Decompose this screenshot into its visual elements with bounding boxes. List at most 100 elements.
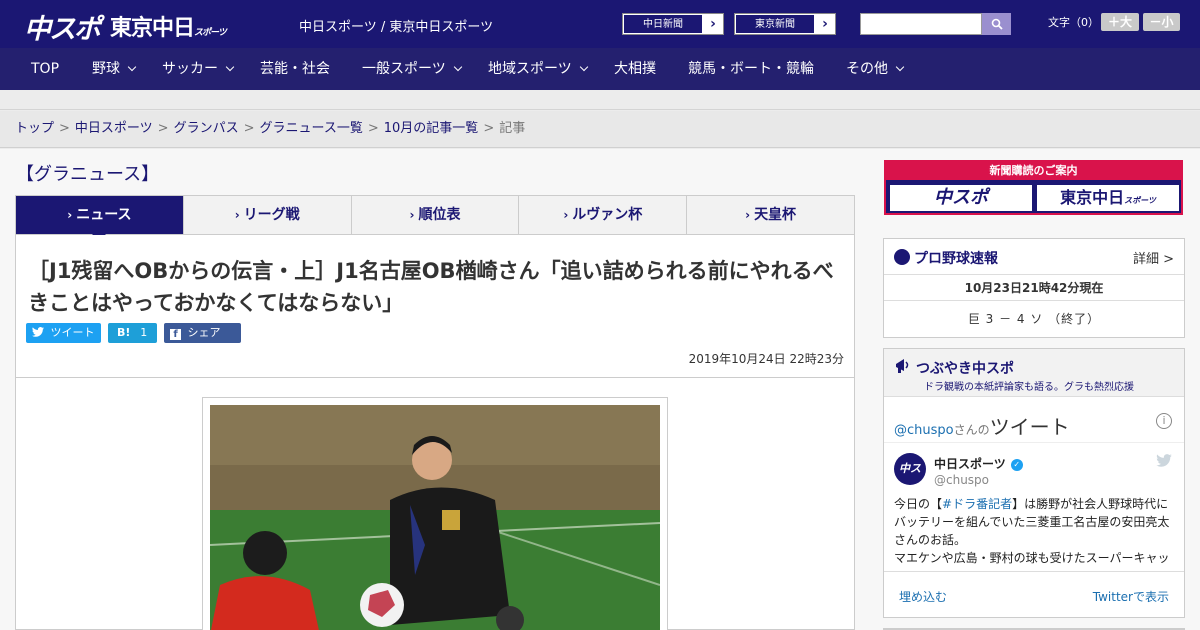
main-nav: TOP 野球 サッカー 芸能・社会 一般スポーツ 地域スポーツ 大相撲 競馬・ボ… <box>0 48 1200 90</box>
nav-label: 大相撲 <box>614 61 656 77</box>
breadcrumb-separator: > <box>243 121 255 136</box>
nav-item-baseball[interactable]: 野球 <box>92 48 137 90</box>
breadcrumb-link[interactable]: グランパス <box>174 121 239 136</box>
chevron-right-icon: › <box>745 208 751 222</box>
tweet-text-part: 今日の【 <box>894 497 943 511</box>
avatar[interactable]: 中スポ <box>894 453 926 507</box>
breadcrumb-separator: > <box>59 121 70 136</box>
article-date: 2019年10月24日 22時23分 <box>688 352 844 366</box>
nav-label: 地域スポーツ <box>488 61 572 77</box>
facebook-icon: f <box>170 329 181 340</box>
chevron-right-icon: › <box>822 16 828 32</box>
header-spacer <box>0 90 1200 110</box>
search-icon <box>991 18 1003 30</box>
tab-levain-cup[interactable]: › ルヴァン杯 <box>518 196 686 234</box>
facebook-share-label: シェア <box>187 326 221 339</box>
tab-label: ルヴァン杯 <box>572 207 643 223</box>
hatena-icon: B! <box>117 326 131 339</box>
facebook-share-count: 60 <box>174 346 188 359</box>
verified-icon: ✓ <box>1010 458 1023 471</box>
chevron-right-icon: › <box>563 208 569 222</box>
twitter-bird-icon[interactable] <box>1156 454 1172 467</box>
tab-standings[interactable]: › 順位表 <box>350 196 519 234</box>
nav-label: 野球 <box>92 61 120 77</box>
chevron-down-icon <box>225 62 235 72</box>
hashtag-link[interactable]: #ドラ番記者 <box>942 497 1012 511</box>
view-on-twitter-link[interactable]: Twitterで表示 <box>1093 588 1169 605</box>
timeline-handle[interactable]: @chuspo <box>894 423 954 438</box>
tab-label: リーグ戦 <box>243 207 300 223</box>
chunichi-shimbun-label: 中日新聞 <box>623 14 703 34</box>
nav-item-other[interactable]: その他 <box>846 48 905 90</box>
breadcrumb-separator: > <box>157 121 169 136</box>
article-photo-frame <box>202 397 668 630</box>
facebook-share-button[interactable]: f シェア 60 <box>164 323 241 359</box>
tweet-author-name[interactable]: 中日スポーツ ✓ <box>934 455 1023 472</box>
nav-label: サッカー <box>162 61 218 77</box>
nav-item-local-sports[interactable]: 地域スポーツ <box>488 48 588 90</box>
hatena-bookmark-button[interactable]: B! 1 <box>108 323 157 343</box>
twitter-widget-subtitle: ドラ観戦の本紙評論家も語る。グラも熱烈応援 <box>924 382 1134 393</box>
nav-item-general-sports[interactable]: 一般スポーツ <box>362 48 462 90</box>
nav-label: 一般スポーツ <box>362 61 446 77</box>
tab-emperors-cup[interactable]: › 天皇杯 <box>686 196 854 234</box>
tokyo-shimbun-button[interactable]: 東京新聞 › <box>734 13 836 35</box>
tweet-button[interactable]: ツイート <box>26 323 101 343</box>
nav-item-entertainment[interactable]: 芸能・社会 <box>260 48 330 90</box>
twitter-bird-icon <box>32 327 44 337</box>
nav-item-top[interactable]: TOP <box>31 48 59 90</box>
score-timestamp: 10月23日21時42分現在 <box>884 275 1184 301</box>
photo-illustration <box>210 405 660 630</box>
timeline-title: @chuspoさんのツイート <box>894 411 1070 440</box>
breadcrumb-link[interactable]: 中日スポーツ <box>75 121 153 136</box>
tweet-button-label: ツイート <box>50 326 95 339</box>
twitter-widget: つぶやき中スポ ドラ観戦の本紙評論家も語る。グラも熱烈応援 @chuspoさんの… <box>883 348 1185 618</box>
ad-chuspo-logo: 中スポ <box>889 184 1033 212</box>
chevron-right-icon: › <box>409 208 415 222</box>
search-button[interactable] <box>982 13 1011 35</box>
tokyo-chunichi-logo-suffix: スポーツ <box>194 28 227 38</box>
chevron-down-icon <box>579 62 588 72</box>
score-title: プロ野球速報 <box>914 251 998 267</box>
breadcrumb-link[interactable]: グラニュース一覧 <box>260 121 363 136</box>
chuspo-logo[interactable]: 中スポ <box>24 7 101 46</box>
font-size-label: 文字（0） <box>1048 16 1099 29</box>
breadcrumb-separator: > <box>367 121 379 136</box>
timeline-header: @chuspoさんのツイート i <box>884 397 1184 443</box>
chunichi-shimbun-button[interactable]: 中日新聞 › <box>622 13 724 35</box>
chevron-right-icon: › <box>234 208 240 222</box>
tab-league[interactable]: › リーグ戦 <box>182 196 351 234</box>
nav-label: 芸能・社会 <box>260 61 330 77</box>
nav-item-sumo[interactable]: 大相撲 <box>614 48 656 90</box>
info-icon[interactable]: i <box>1156 413 1172 429</box>
chevron-down-icon <box>453 62 462 72</box>
tab-label: ニュース <box>76 207 132 223</box>
tokyo-chunichi-logo[interactable]: 東京中日スポーツ <box>110 10 227 42</box>
breadcrumb-separator: > <box>483 121 495 136</box>
ad-tokyo-chunichi-logo: 東京中日スポーツ <box>1036 184 1180 212</box>
embed-link[interactable]: 埋め込む <box>899 588 947 605</box>
search-input[interactable] <box>860 13 982 35</box>
tweet-author-handle[interactable]: @chuspo <box>934 473 989 487</box>
nav-label: その他 <box>846 61 888 77</box>
ad-tokyo-chunichi-text: 東京中日 <box>1060 188 1125 207</box>
breadcrumb-link[interactable]: 10月の記事一覧 <box>384 121 479 136</box>
tab-news[interactable]: › ニュース <box>16 196 183 241</box>
article-photo[interactable] <box>210 405 660 630</box>
breadcrumb-current: 記事 <box>499 121 526 136</box>
subscription-ad[interactable]: 新聞購読のご案内 中スポ 東京中日スポーツ <box>884 160 1183 215</box>
chevron-right-icon: › <box>67 208 73 222</box>
nav-item-racing[interactable]: 競馬・ボート・競輪 <box>688 48 814 90</box>
subscription-ad-title: 新聞購読のご案内 <box>886 162 1181 180</box>
section-title: 【グラニュース】 <box>16 164 160 185</box>
score-detail-link[interactable]: 詳細 > <box>1133 248 1174 267</box>
score-line[interactable]: 巨 3 － 4 ソ （終了） <box>884 301 1184 337</box>
font-bigger-button[interactable]: ＋大 <box>1101 13 1139 31</box>
breadcrumb-link[interactable]: トップ <box>15 121 54 136</box>
nav-item-soccer[interactable]: サッカー <box>162 48 235 90</box>
twitter-widget-header: つぶやき中スポ ドラ観戦の本紙評論家も語る。グラも熱烈応援 <box>884 349 1184 397</box>
section-tabs: › ニュース › リーグ戦 › 順位表 › ルヴァン杯 › 天皇杯 <box>15 195 855 241</box>
baseball-score-widget: プロ野球速報 詳細 > 10月23日21時42分現在 巨 3 － 4 ソ （終了… <box>883 238 1185 338</box>
ad-tokyo-chunichi-suffix: スポーツ <box>1124 196 1156 205</box>
font-smaller-button[interactable]: －小 <box>1143 13 1180 31</box>
